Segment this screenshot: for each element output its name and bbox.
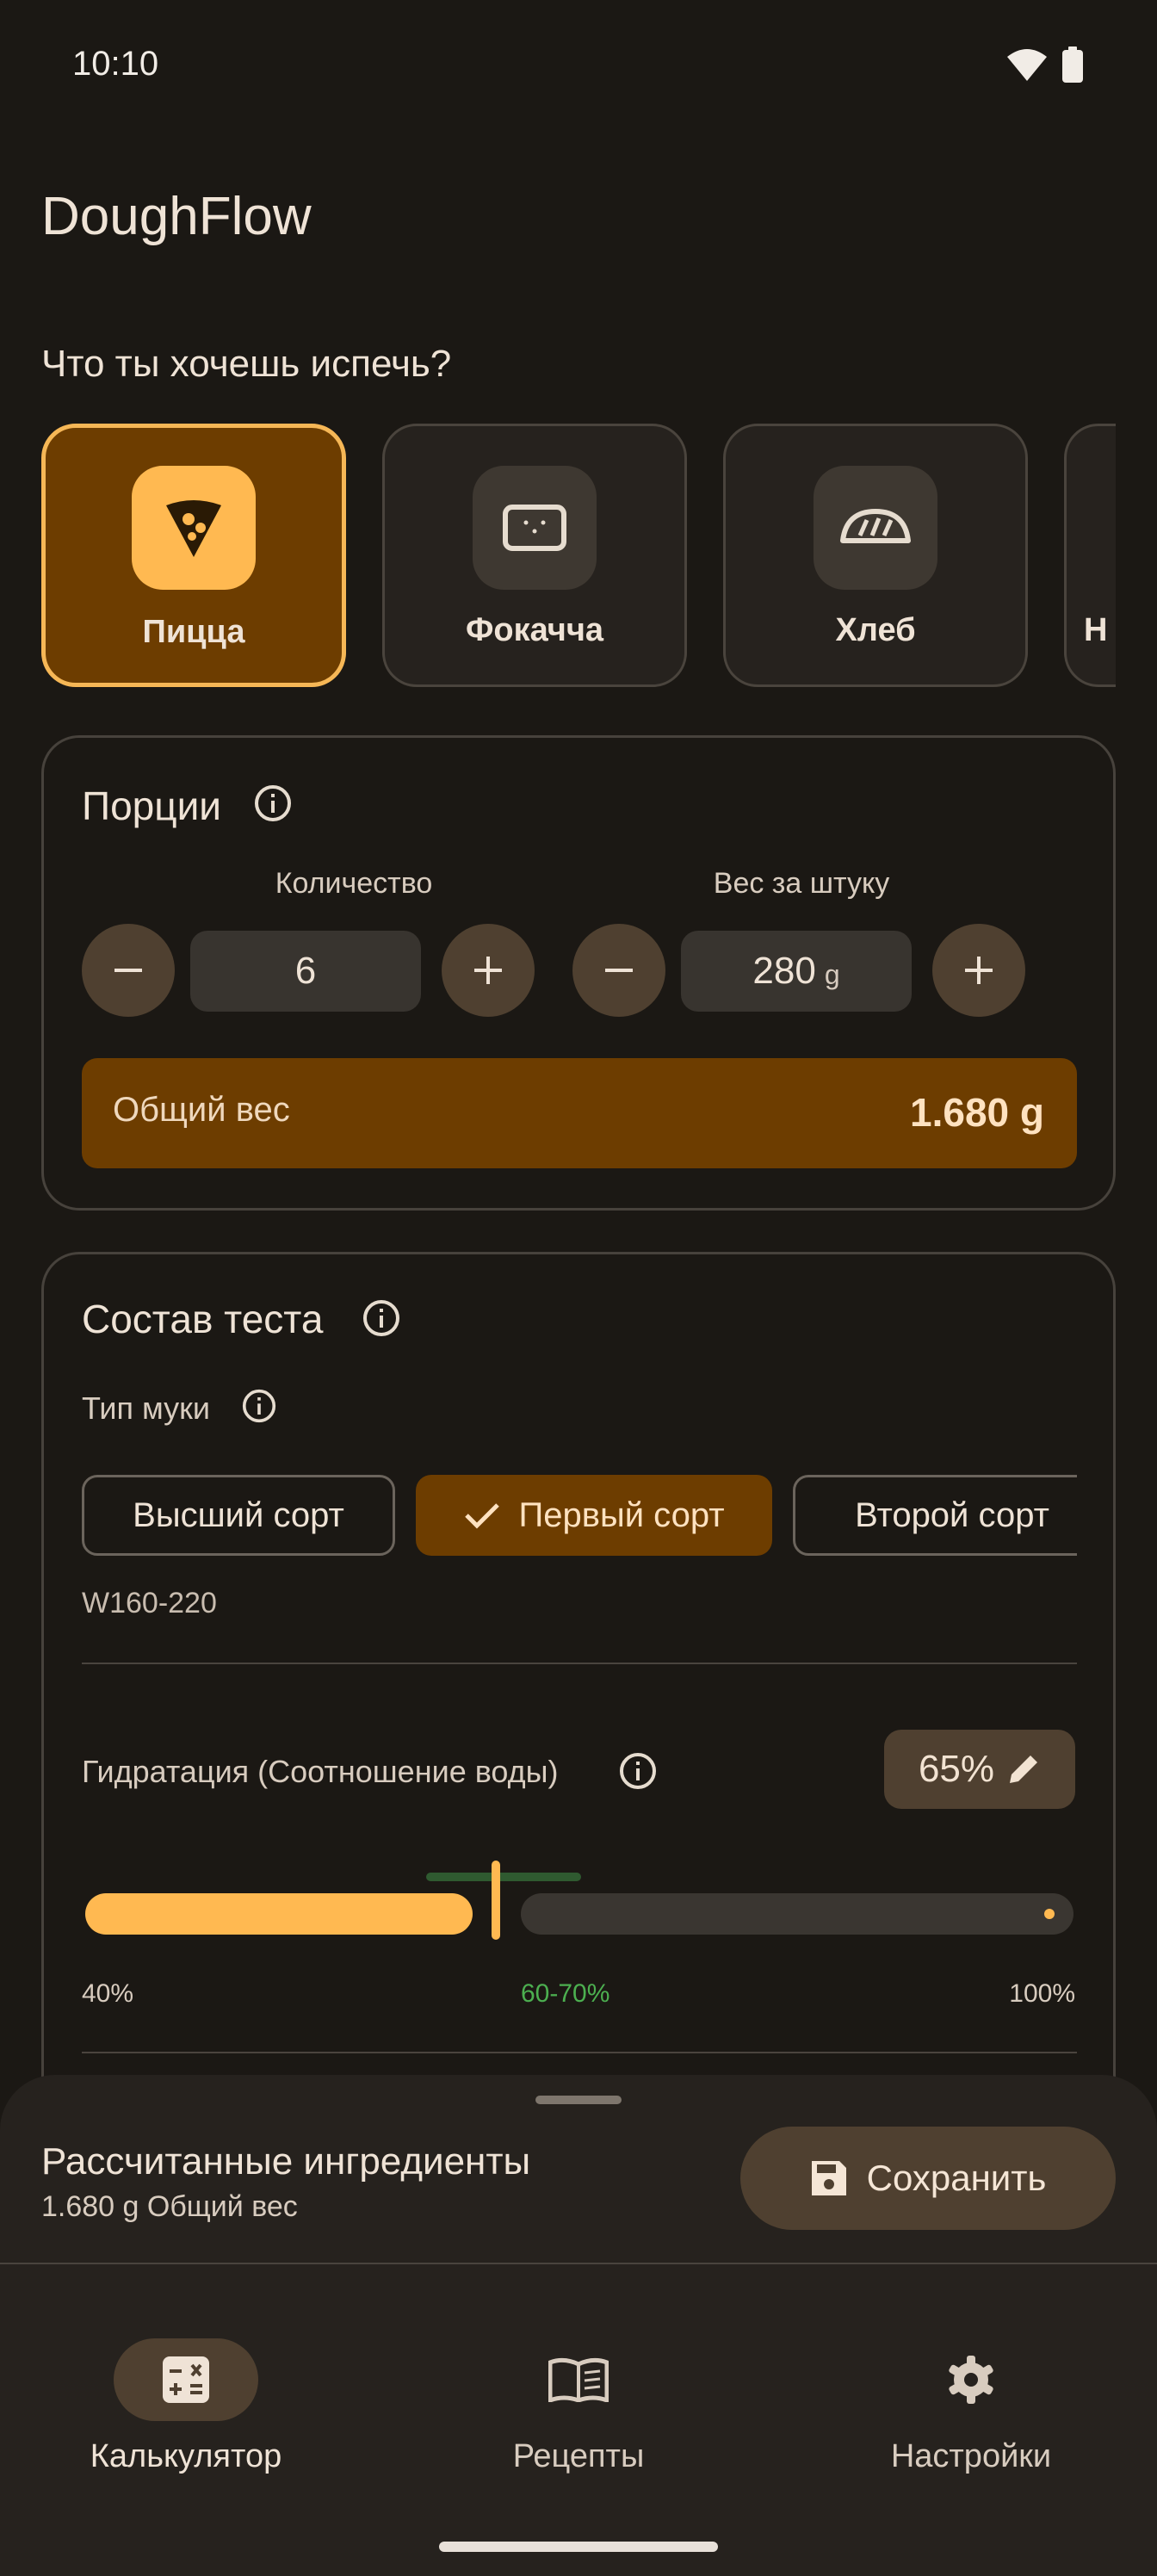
- category-label: Н: [1084, 612, 1108, 648]
- nav-indicator: [506, 2338, 651, 2421]
- flour-chip-first[interactable]: Первый сорт: [416, 1475, 772, 1556]
- slider-active-track: [85, 1893, 473, 1935]
- minus-icon: [605, 969, 633, 972]
- status-time: 10:10: [72, 45, 159, 83]
- slider-end-dot: [1044, 1909, 1055, 1919]
- slider-inactive-track: [521, 1893, 1073, 1935]
- dough-panel: Состав теста Тип муки Высший сорт Первый…: [41, 1252, 1116, 2113]
- minus-icon: [114, 969, 142, 972]
- battery-icon: [1062, 46, 1083, 83]
- quantity-value: 6: [294, 950, 317, 992]
- flour-chips: Высший сорт Первый сорт Второй сорт: [82, 1254, 1077, 1599]
- flour-strength: W160-220: [82, 1587, 217, 1619]
- total-weight-bar: Общий вес 1.680 g: [82, 1058, 1077, 1168]
- pencil-icon: [1010, 1756, 1038, 1783]
- gear-icon: [949, 2356, 993, 2404]
- slider-max-label: 100%: [1009, 1979, 1075, 2008]
- focaccia-icon: [473, 466, 597, 590]
- weight-unit: g: [824, 958, 840, 990]
- total-weight-label: Общий вес: [113, 1091, 290, 1129]
- weight-field[interactable]: 280 g: [681, 931, 912, 1012]
- hydration-edit-button[interactable]: 65%: [884, 1730, 1075, 1809]
- sheet-title: Рассчитанные ингредиенты: [41, 2140, 531, 2183]
- quantity-increase-button[interactable]: [442, 924, 535, 1017]
- chip-label: Первый сорт: [518, 1495, 725, 1534]
- chip-label: Высший сорт: [133, 1495, 344, 1534]
- bake-question: Что ты хочешь испечь?: [41, 343, 452, 385]
- category-card-pizza[interactable]: Пицца: [41, 424, 346, 687]
- category-list[interactable]: Пицца Фокачча Хлеб Н: [41, 424, 1116, 694]
- slider-range-label: 60-70%: [521, 1979, 610, 2008]
- flour-chip-premium[interactable]: Высший сорт: [82, 1475, 395, 1556]
- weight-value: 280: [752, 950, 816, 992]
- info-icon[interactable]: [254, 784, 292, 822]
- plus-icon: [965, 957, 993, 984]
- nav-item-recipes[interactable]: Рецепты: [406, 2338, 751, 2475]
- category-card-focaccia[interactable]: Фокачча: [382, 424, 687, 687]
- category-label: Хлеб: [835, 612, 916, 648]
- nav-label: Калькулятор: [90, 2438, 282, 2474]
- category-label: Пицца: [142, 614, 245, 650]
- nav-label: Настройки: [890, 2438, 1052, 2474]
- app-title: DoughFlow: [41, 187, 312, 246]
- weight-increase-button[interactable]: [932, 924, 1025, 1017]
- category-card-more[interactable]: Н: [1064, 424, 1116, 687]
- nav-indicator: [899, 2338, 1043, 2421]
- check-icon: [465, 1503, 500, 1529]
- nav-label: Рецепты: [512, 2438, 645, 2474]
- hydration-label: Гидратация (Соотношение воды): [82, 1754, 559, 1789]
- portions-title: Порции: [82, 783, 221, 828]
- hydration-slider[interactable]: [82, 1852, 1077, 1947]
- sheet-subtitle: 1.680 g Общий вес: [41, 2190, 298, 2223]
- category-card-bread[interactable]: Хлеб: [723, 424, 1028, 687]
- flour-chip-second[interactable]: Второй сорт: [793, 1475, 1077, 1556]
- total-weight-value: 1.680 g: [910, 1090, 1044, 1135]
- slider-min-label: 40%: [82, 1979, 134, 2008]
- nav-indicator: [114, 2338, 258, 2421]
- recommended-range-bar: [426, 1873, 581, 1881]
- slider-thumb[interactable]: [492, 1861, 500, 1940]
- save-label: Сохранить: [866, 2158, 1047, 2198]
- ingredients-sheet[interactable]: Рассчитанные ингредиенты 1.680 g Общий в…: [0, 2075, 1157, 2333]
- book-icon: [548, 2357, 609, 2402]
- quantity-decrease-button[interactable]: [82, 924, 175, 1017]
- chip-label: Второй сорт: [855, 1495, 1049, 1534]
- save-button[interactable]: Сохранить: [740, 2127, 1116, 2230]
- portions-panel: Порции Количество 6 Вес за штуку 280 g О…: [41, 735, 1116, 1211]
- drag-handle[interactable]: [535, 2096, 622, 2104]
- divider: [0, 2263, 1157, 2264]
- calculator-icon: [163, 2356, 209, 2403]
- divider: [82, 2052, 1077, 2053]
- quantity-field[interactable]: 6: [190, 931, 421, 1012]
- nav-item-calculator[interactable]: Калькулятор: [14, 2338, 358, 2475]
- category-label: Фокачча: [465, 612, 604, 648]
- status-icons: [1007, 46, 1083, 83]
- weight-label: Вес за штуку: [713, 867, 890, 900]
- home-indicator[interactable]: [439, 2542, 718, 2552]
- quantity-label: Количество: [275, 867, 433, 900]
- bread-icon: [814, 466, 937, 590]
- divider: [82, 1663, 1077, 1664]
- save-icon: [811, 2161, 846, 2195]
- pizza-icon: [132, 466, 256, 590]
- nav-item-settings[interactable]: Настройки: [799, 2338, 1143, 2475]
- wifi-icon: [1007, 49, 1047, 81]
- weight-decrease-button[interactable]: [572, 924, 665, 1017]
- hydration-value: 65%: [918, 1748, 995, 1790]
- bottom-navigation: Калькулятор Рецепты Настройки: [0, 2307, 1157, 2576]
- plus-icon: [474, 957, 502, 984]
- info-icon[interactable]: [619, 1752, 657, 1790]
